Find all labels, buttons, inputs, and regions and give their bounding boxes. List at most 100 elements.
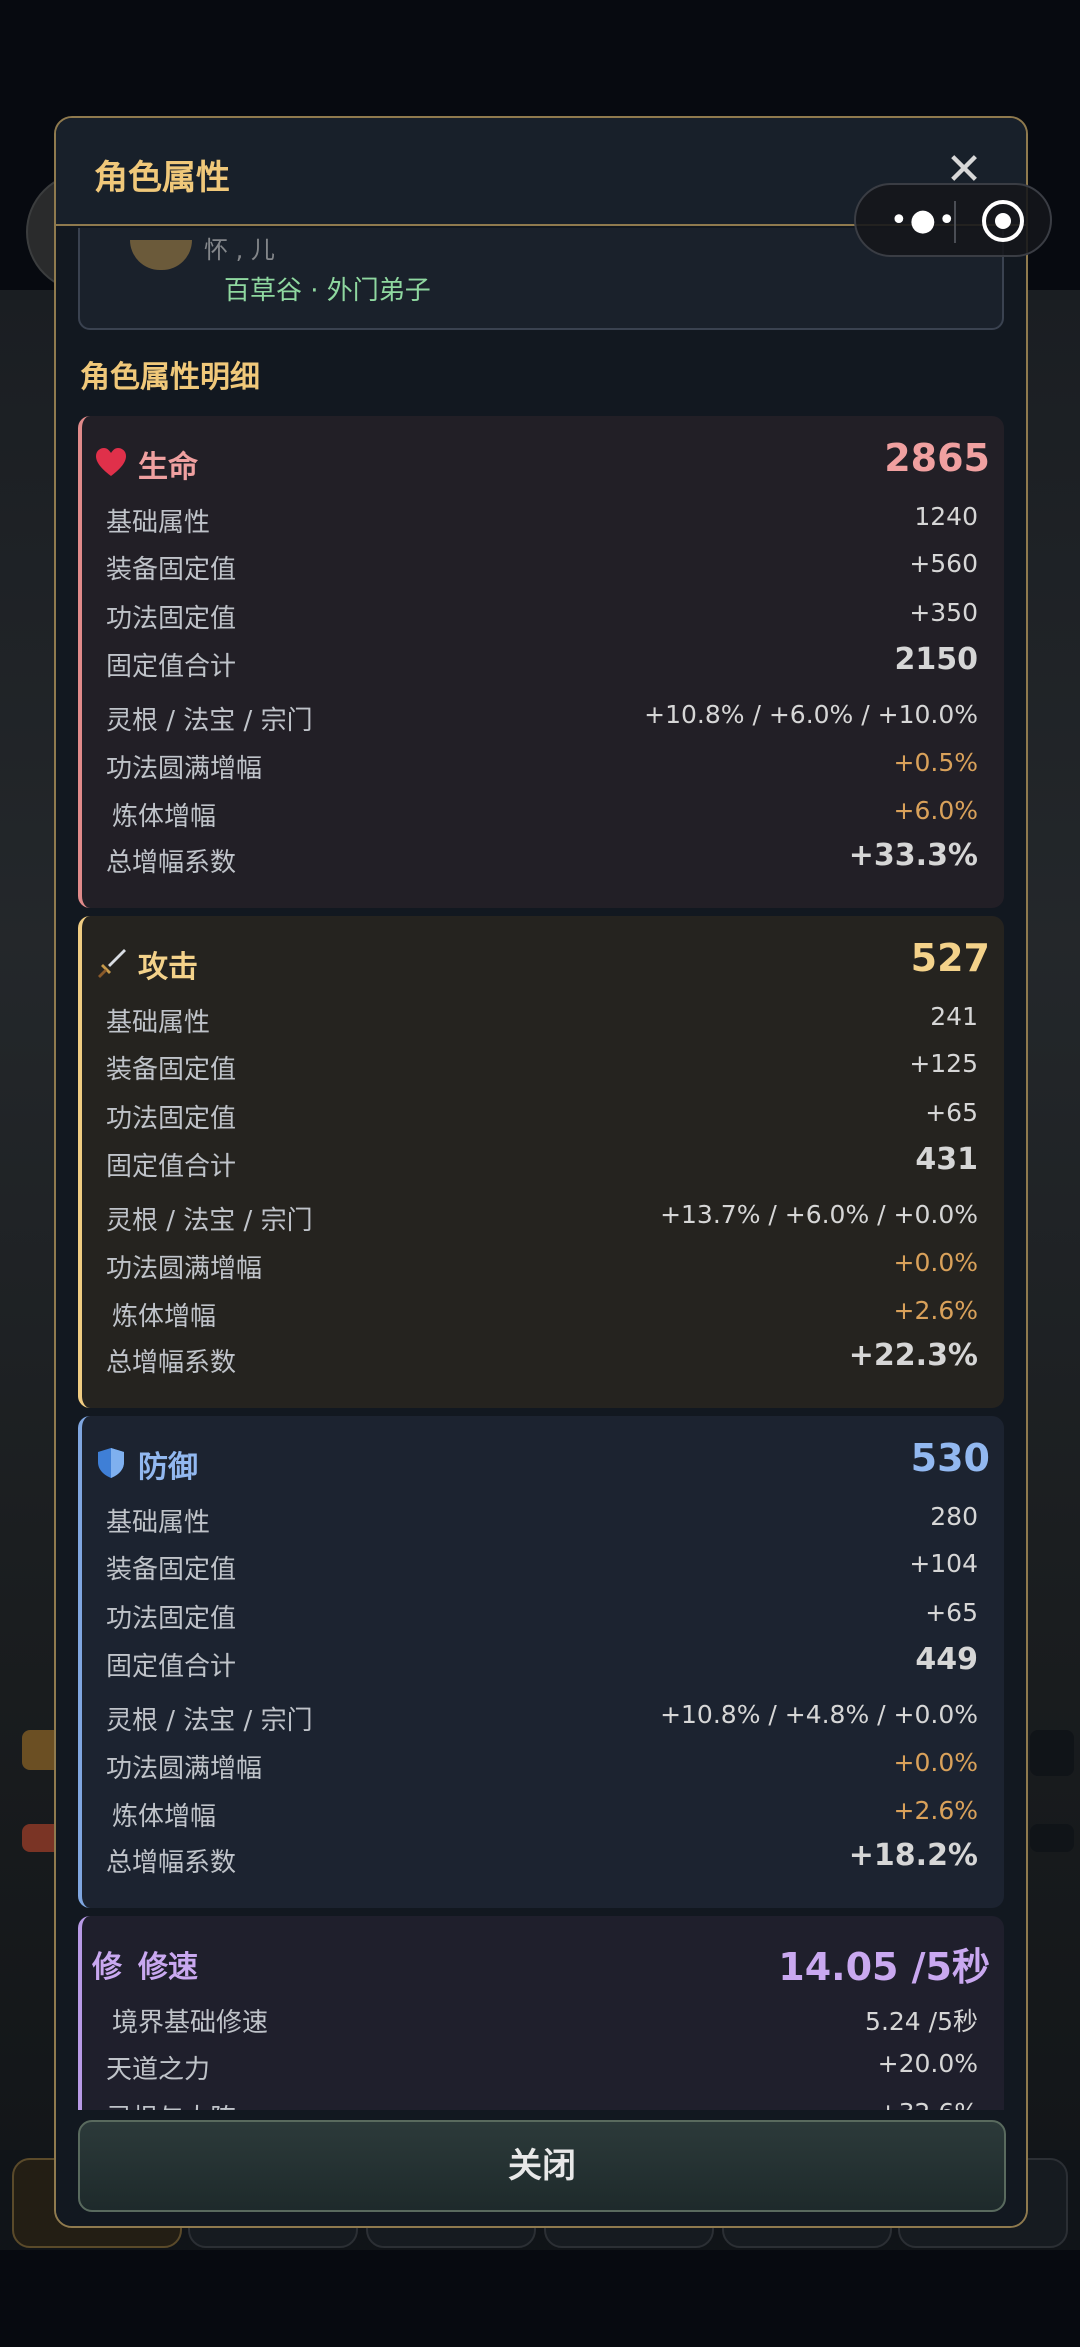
heart-icon [96, 448, 126, 476]
stat-value: 280 [930, 1502, 978, 1531]
stat-value: +0.0% [893, 1748, 978, 1777]
stat-row: 功法固定值 +65 [106, 1592, 978, 1636]
section-title: 角色属性明细 [80, 360, 260, 395]
stat-label: 灵根 / 法宝 / 宗门 [106, 706, 313, 736]
capsule-divider [954, 201, 956, 243]
modal-title: 角色属性 [94, 158, 230, 198]
stat-label: 总增幅系数 [106, 1848, 237, 1878]
stat-label: 基础属性 [106, 1008, 211, 1038]
stat-value: +10.8% / +4.8% / +0.0% [660, 1700, 978, 1729]
cultivation-icon: 修 [92, 1950, 122, 1985]
stat-value: +13.7% / +6.0% / +0.0% [660, 1200, 978, 1229]
stat-value: +0.0% [893, 1248, 978, 1277]
stat-row: 炼体增幅 +6.0% [106, 790, 978, 834]
avatar [130, 240, 192, 270]
stat-label: 基础属性 [106, 508, 211, 538]
stat-label: 天道之力 [106, 2055, 211, 2085]
stat-row: 功法圆满增幅 +0.0% [106, 1742, 978, 1786]
stat-label: 固定值合计 [106, 1652, 237, 1682]
stat-row: 固定值合计 431 [106, 1140, 978, 1184]
stat-value: +104 [909, 1549, 978, 1578]
stat-row: 总增幅系数 +33.3% [106, 836, 978, 880]
stat-label: 功法圆满增幅 [106, 1754, 263, 1784]
stat-row: 灵根 / 法宝 / 宗门 +10.8% / +4.8% / +0.0% [106, 1694, 978, 1738]
stat-row: 基础属性 280 [106, 1496, 978, 1540]
stat-value: +65 [925, 1098, 978, 1127]
card-header: 攻击 527 [82, 934, 1004, 994]
stat-row: 炼体增幅 +2.6% [106, 1790, 978, 1834]
stat-value: +33.3% [848, 838, 978, 873]
stat-row: 固定值合计 449 [106, 1640, 978, 1684]
sword-icon [98, 949, 126, 978]
stat-label: 功法圆满增幅 [106, 754, 263, 784]
stat-label: 功法固定值 [106, 604, 237, 634]
modal-scroll-content[interactable]: 怀 , 儿 百草谷 · 外门弟子 角色属性明细 生命 2865 基础属性 1240… [56, 228, 1026, 2220]
stat-row: 总增幅系数 +22.3% [106, 1336, 978, 1380]
stat-value: +560 [909, 549, 978, 578]
card-total: 527 [910, 936, 990, 980]
stat-label: 基础属性 [106, 1508, 211, 1538]
attributes-modal: 角色属性 ✕ 怀 , 儿 百草谷 · 外门弟子 角色属性明细 生命 2865 基… [54, 116, 1028, 2228]
stat-card-hp: 生命 2865 基础属性 1240 装备固定值 +560 功法固定值 +350 固定值… [78, 416, 1004, 908]
stat-label: 总增幅系数 [106, 848, 237, 878]
stat-row: 功法圆满增幅 +0.5% [106, 742, 978, 786]
stat-label: 灵根 / 法宝 / 宗门 [106, 1706, 313, 1736]
exit-miniprogram-icon[interactable] [982, 200, 1024, 242]
stat-value: 449 [915, 1642, 978, 1677]
stat-label: 固定值合计 [106, 1152, 237, 1182]
profile-sect: 百草谷 · 外门弟子 [224, 276, 431, 306]
stat-value: 431 [915, 1142, 978, 1177]
stat-row: 境界基础修速 5.24 /5秒 [106, 1996, 978, 2040]
stat-label: 功法固定值 [106, 1604, 237, 1634]
stat-value: +0.5% [893, 748, 978, 777]
stat-row: 装备固定值 +125 [106, 1043, 978, 1087]
profile-name: 怀 , 儿 [204, 236, 275, 264]
card-total: 530 [910, 1436, 990, 1480]
card-header: 生命 2865 [82, 434, 1004, 494]
stat-value: +2.6% [893, 1796, 978, 1825]
card-header: 修 修速 14.05 /5秒 [82, 1934, 1004, 1994]
close-button[interactable]: 关闭 [78, 2120, 1006, 2212]
stat-value: +125 [909, 1049, 978, 1078]
stat-value: 5.24 /5秒 [865, 2007, 978, 2036]
stat-label: 装备固定值 [106, 555, 237, 585]
stat-label: 功法固定值 [106, 1104, 237, 1134]
background-side-tag [1030, 1730, 1074, 1776]
card-title: 防御 [138, 1450, 198, 1485]
stat-value: +18.2% [848, 1838, 978, 1873]
stat-row: 灵根 / 法宝 / 宗门 +13.7% / +6.0% / +0.0% [106, 1194, 978, 1238]
stat-value: 241 [930, 1002, 978, 1031]
stat-row: 总增幅系数 +18.2% [106, 1836, 978, 1880]
stat-value: 1240 [914, 502, 978, 531]
stat-value: +2.6% [893, 1296, 978, 1325]
stat-value: +65 [925, 1598, 978, 1627]
modal-footer: 关闭 [56, 2110, 1026, 2226]
stat-label: 炼体增幅 [112, 1302, 217, 1332]
stat-label: 境界基础修速 [112, 2008, 269, 2038]
stat-value: +350 [909, 598, 978, 627]
stat-value: +20.0% [877, 2049, 978, 2078]
stat-row: 天道之力 +20.0% [106, 2043, 978, 2087]
stat-row: 炼体增幅 +2.6% [106, 1290, 978, 1334]
stat-value: +6.0% [893, 796, 978, 825]
card-total: 14.05 /5秒 [778, 1945, 990, 1989]
stat-row: 灵根 / 法宝 / 宗门 +10.8% / +6.0% / +10.0% [106, 694, 978, 738]
stat-label: 固定值合计 [106, 652, 237, 682]
stat-row: 装备固定值 +560 [106, 543, 978, 587]
stat-label: 炼体增幅 [112, 1802, 217, 1832]
stat-label: 装备固定值 [106, 1055, 237, 1085]
stat-row: 功法固定值 +65 [106, 1092, 978, 1136]
stat-card-attack: 攻击 527 基础属性 241 装备固定值 +125 功法固定值 +65 固定值合计 4… [78, 916, 1004, 1408]
card-total: 2865 [884, 436, 990, 480]
stat-value: +10.8% / +6.0% / +10.0% [644, 700, 978, 729]
stat-row: 功法圆满增幅 +0.0% [106, 1242, 978, 1286]
card-title: 攻击 [138, 950, 198, 985]
more-options-icon[interactable]: •●• [890, 203, 958, 238]
stat-label: 总增幅系数 [106, 1348, 237, 1378]
miniprogram-capsule: •●• [854, 183, 1052, 257]
stat-row: 基础属性 1240 [106, 496, 978, 540]
stat-label: 炼体增幅 [112, 802, 217, 832]
background-side-tag [1030, 1824, 1074, 1852]
stat-label: 灵根 / 法宝 / 宗门 [106, 1206, 313, 1236]
stat-card-defense: 防御 530 基础属性 280 装备固定值 +104 功法固定值 +65 固定值合计 4… [78, 1416, 1004, 1908]
